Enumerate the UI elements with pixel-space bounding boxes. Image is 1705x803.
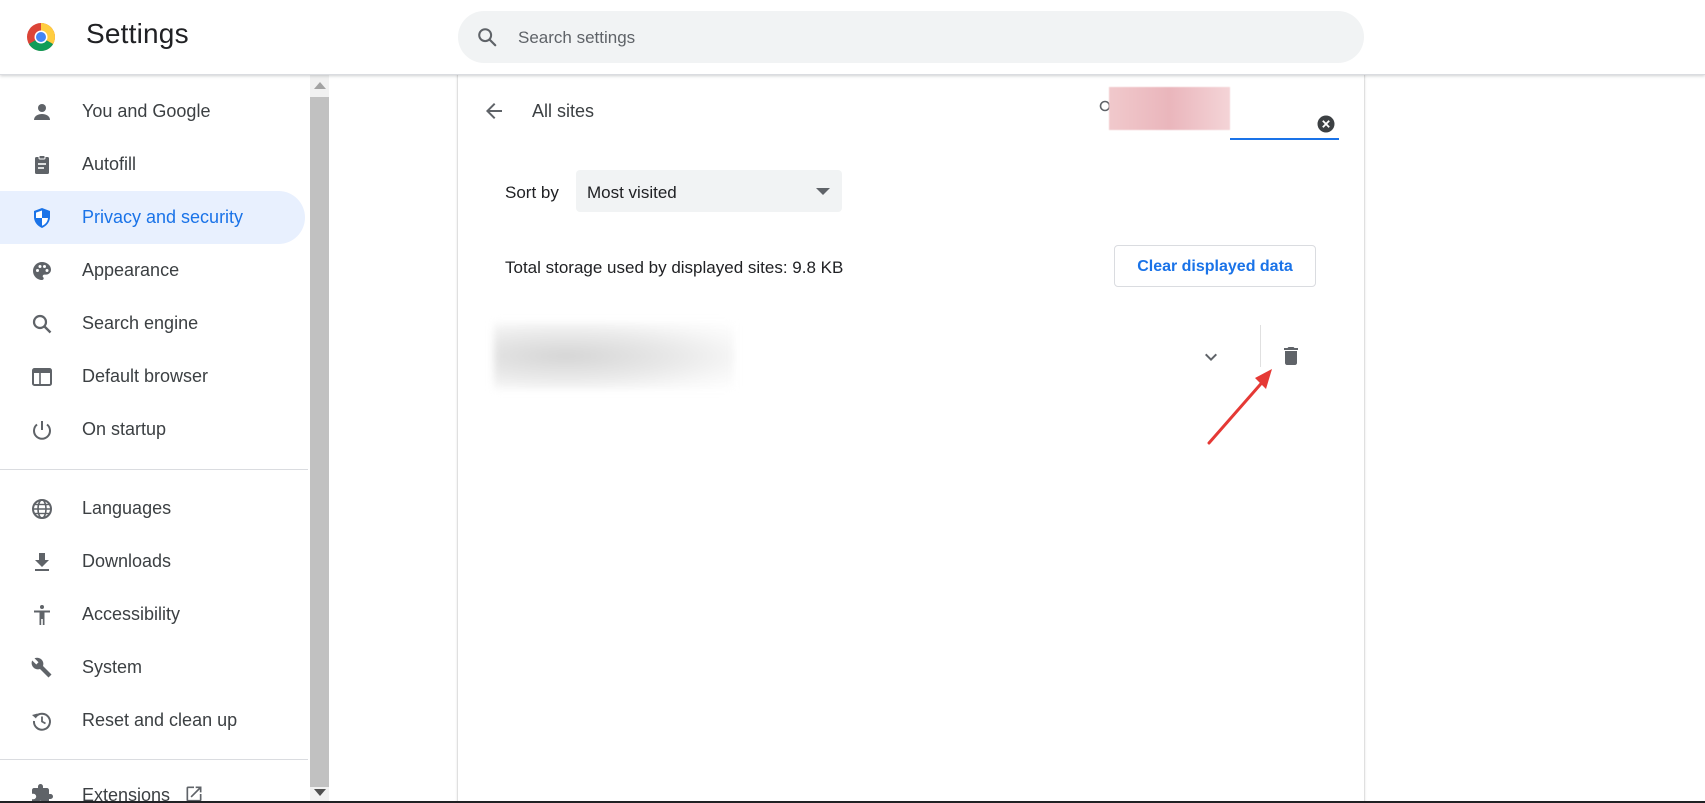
browser-icon bbox=[32, 367, 52, 386]
sidebar-item-appearance[interactable]: Appearance bbox=[0, 244, 305, 297]
sidebar-item-accessibility[interactable]: Accessibility bbox=[0, 588, 305, 641]
sidebar-item-label: You and Google bbox=[82, 101, 211, 121]
search-icon bbox=[478, 28, 497, 47]
sidebar-divider bbox=[0, 469, 308, 470]
sidebar-item-label: Accessibility bbox=[82, 604, 181, 624]
sidebar-item-reset-and-clean-up[interactable]: Reset and clean up bbox=[0, 694, 305, 747]
chrome-logo-icon bbox=[27, 23, 55, 51]
palette-icon bbox=[33, 261, 51, 280]
scroll-down-arrow-icon[interactable] bbox=[314, 789, 326, 796]
sidebar-item-label: Default browser bbox=[82, 366, 209, 386]
wrench-icon bbox=[31, 657, 52, 677]
back-arrow-icon[interactable] bbox=[482, 99, 506, 123]
clear-search-icon[interactable] bbox=[1316, 114, 1336, 134]
sidebar-item-you-and-google[interactable]: You and Google bbox=[0, 85, 305, 138]
redacted-search-text bbox=[1109, 87, 1230, 130]
sidebar-item-label: On startup bbox=[82, 419, 167, 439]
history-icon bbox=[32, 712, 51, 731]
sidebar-item-label: Appearance bbox=[82, 260, 180, 280]
search-underline bbox=[1230, 138, 1339, 140]
sidebar-item-label: Downloads bbox=[82, 551, 172, 571]
globe-icon bbox=[32, 498, 52, 519]
puzzle-icon bbox=[32, 783, 53, 803]
sort-value: Most visited bbox=[587, 183, 677, 202]
section-title: All sites bbox=[532, 101, 595, 121]
sidebar-item-label: Autofill bbox=[82, 154, 137, 174]
redacted-site-name bbox=[494, 323, 734, 389]
shield-icon bbox=[34, 207, 50, 228]
sidebar-divider bbox=[0, 759, 308, 760]
sidebar-scrollbar[interactable] bbox=[310, 75, 329, 803]
sidebar-item-label: Languages bbox=[82, 498, 172, 518]
sidebar-item-label: System bbox=[82, 657, 143, 677]
sort-dropdown[interactable]: Most visited bbox=[576, 170, 842, 212]
site-search-field[interactable] bbox=[1098, 87, 1339, 140]
scroll-up-arrow-icon[interactable] bbox=[314, 82, 326, 89]
sidebar-item-on-startup[interactable]: On startup bbox=[0, 403, 305, 456]
clear-displayed-data-button[interactable]: Clear displayed data bbox=[1114, 245, 1316, 287]
sidebar-item-label: Search engine bbox=[82, 313, 199, 333]
sidebar-item-extensions[interactable]: Extensions bbox=[0, 768, 305, 803]
page-title: Settings bbox=[86, 18, 189, 49]
settings-search[interactable] bbox=[458, 11, 1364, 63]
search-input[interactable] bbox=[516, 23, 1320, 53]
sidebar-item-languages[interactable]: Languages bbox=[0, 482, 305, 535]
sidebar: You and Google Autofill Privacy and secu… bbox=[0, 75, 310, 803]
dropdown-caret-icon bbox=[816, 188, 830, 195]
sort-label: Sort by bbox=[505, 183, 559, 202]
sidebar-item-default-browser[interactable]: Default browser bbox=[0, 350, 305, 403]
accessibility-icon bbox=[34, 604, 50, 625]
sidebar-item-label: Reset and clean up bbox=[82, 710, 238, 730]
clipboard-icon bbox=[35, 154, 49, 174]
storage-summary: Total storage used by displayed sites: 9… bbox=[505, 258, 844, 277]
sidebar-item-autofill[interactable]: Autofill bbox=[0, 138, 305, 191]
download-icon bbox=[35, 552, 49, 571]
scrollbar-thumb[interactable] bbox=[310, 97, 329, 787]
sidebar-item-label: Privacy and security bbox=[82, 207, 244, 227]
annotation-arrow-icon bbox=[1207, 369, 1272, 445]
search-icon bbox=[32, 314, 52, 333]
trash-icon[interactable] bbox=[1279, 344, 1303, 368]
sidebar-item-system[interactable]: System bbox=[0, 641, 305, 694]
header: Settings bbox=[0, 0, 1705, 75]
sidebar-item-downloads[interactable]: Downloads bbox=[0, 535, 305, 588]
sidebar-item-privacy-and-security[interactable]: Privacy and security bbox=[0, 191, 305, 244]
sidebar-item-search-engine[interactable]: Search engine bbox=[0, 297, 305, 350]
person-icon bbox=[34, 103, 50, 120]
power-icon bbox=[33, 420, 51, 440]
